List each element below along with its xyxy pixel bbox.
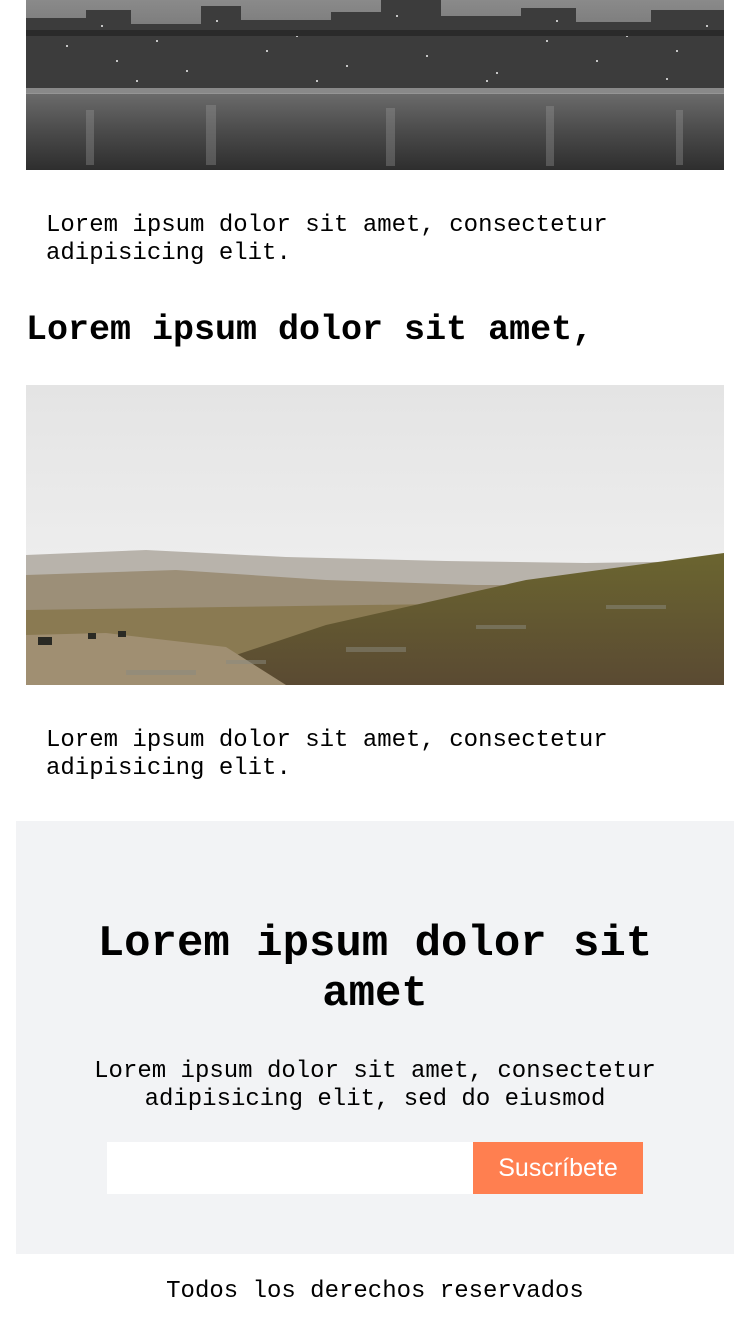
city-skyline-image	[26, 0, 724, 170]
subscribe-form: Suscríbete	[107, 1142, 643, 1194]
article-caption: Lorem ipsum dolor sit amet, consectetur …	[46, 727, 608, 782]
section-heading: Lorem ipsum dolor sit amet,	[26, 310, 594, 350]
article-caption: Lorem ipsum dolor sit amet, consectetur …	[46, 212, 608, 267]
page: Lorem ipsum dolor sit amet, consectetur …	[0, 0, 750, 1334]
footer-copyright: Todos los derechos reservados	[166, 1278, 584, 1305]
newsletter-section: Lorem ipsum dolor sit amet Lorem ipsum d…	[16, 821, 734, 1254]
subscribe-button[interactable]: Suscríbete	[473, 1142, 643, 1194]
newsletter-text: Lorem ipsum dolor sit amet, consectetur …	[94, 1058, 656, 1113]
email-input[interactable]	[107, 1142, 473, 1194]
newsletter-title: Lorem ipsum dolor sit amet	[97, 919, 653, 1019]
hills-landscape-image	[26, 385, 724, 685]
